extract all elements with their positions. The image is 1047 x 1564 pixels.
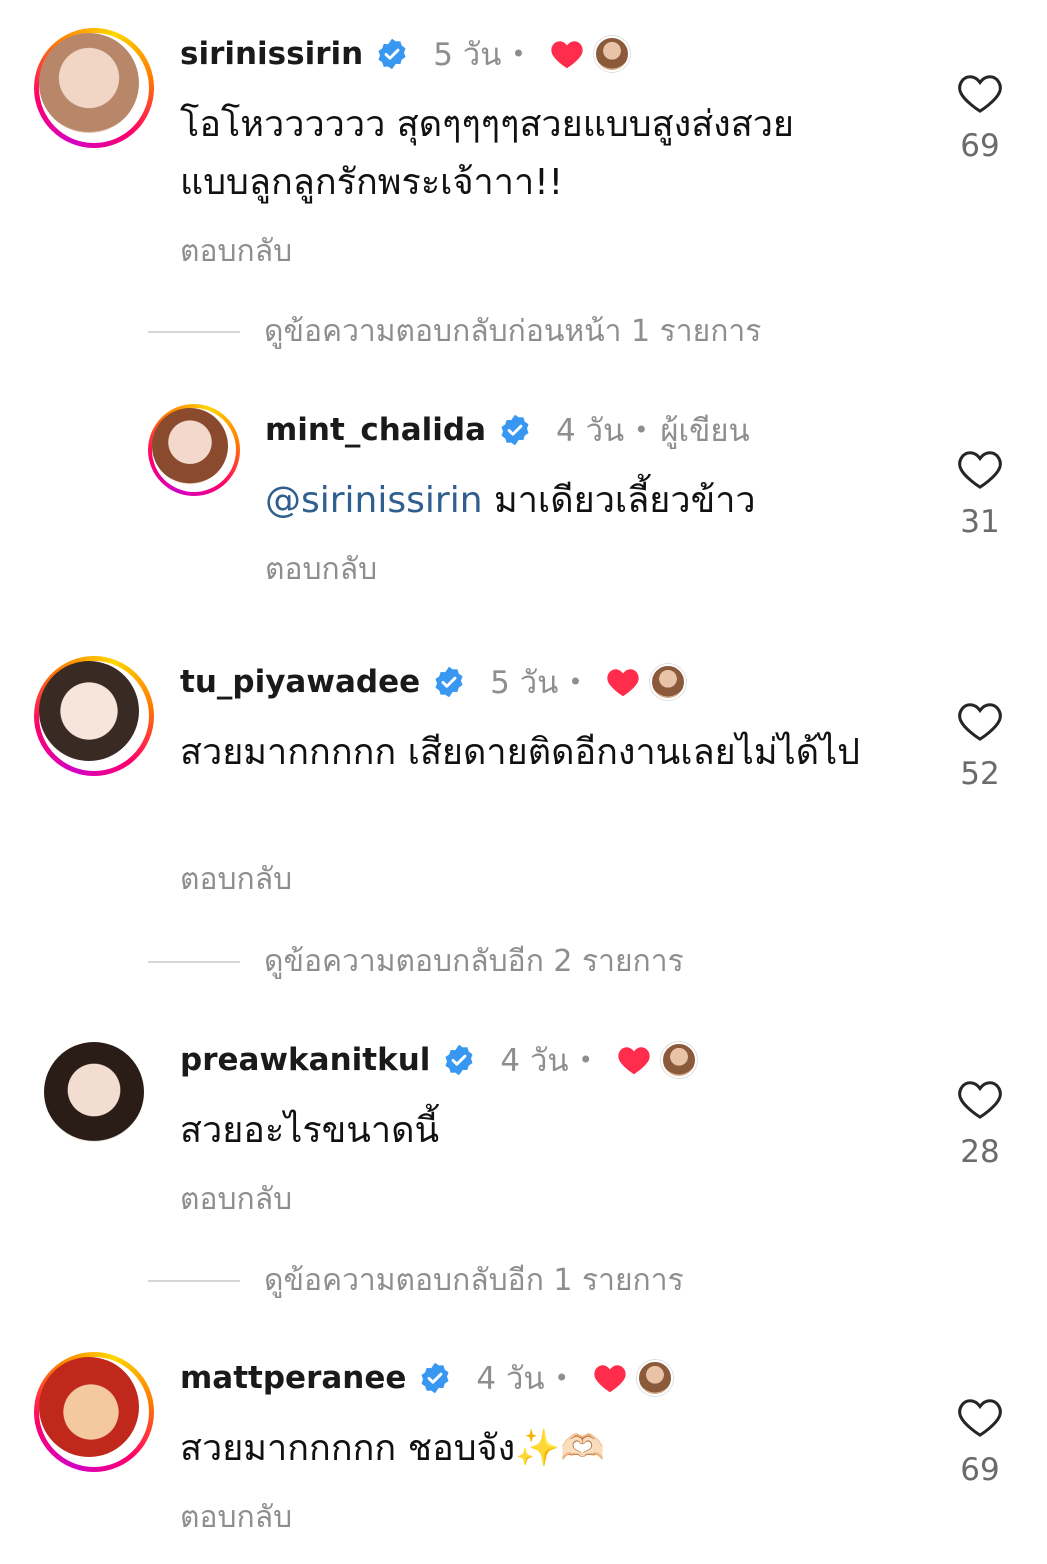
mention-link[interactable]: @sirinissirin <box>265 480 483 521</box>
like-control: 69 <box>940 1396 1020 1488</box>
author-avatar <box>650 664 687 700</box>
view-more-replies-button[interactable]: ดูข้อความตอบกลับอีก 1 รายการ <box>148 1257 684 1304</box>
separator-dot: • <box>554 1364 569 1392</box>
author-badge: ผู้เขียน <box>660 413 750 449</box>
comment-text: @sirinissirin มาเดียวเลี้ยวข้าว <box>265 472 885 530</box>
like-control: 28 <box>940 1078 1020 1170</box>
comment-text: สวยมากกกกก ชอบจัง✨🫶🏻 <box>180 1428 605 1469</box>
avatar[interactable] <box>34 1352 154 1472</box>
timestamp: 4 วัน <box>500 1043 569 1079</box>
separator-dot: • <box>511 40 526 68</box>
avatar[interactable] <box>34 656 154 776</box>
like-control: 31 <box>940 448 1020 540</box>
reply-button[interactable]: ตอบกลับ <box>180 1176 292 1223</box>
username[interactable]: sirinissirin <box>180 36 363 72</box>
heart-filled-icon <box>550 41 583 69</box>
comment-text: สวยมากกกกก เสียดายติดอีกงานเลยไม่ได้ไป <box>180 732 861 773</box>
heart-outline-icon[interactable] <box>957 700 1003 742</box>
heart-filled-icon <box>594 1365 626 1393</box>
comment-text: โอโหวววววว สุดๆๆๆๆสวยแบบสูงส่งสวยแบบลูกล… <box>180 104 795 203</box>
comment-mattperanee: mattperanee 4 วัน • สวยมากกกกก ชอบจัง✨🫶🏻… <box>0 1330 1047 1564</box>
view-replies-label: ดูข้อความตอบกลับอีก 1 รายการ <box>264 1263 684 1298</box>
view-replies-label: ดูข้อความตอบกลับก่อนหน้า 1 รายการ <box>264 314 762 349</box>
comment-sirinissirin: sirinissirin 5 วัน • โอโหวววววว สุดๆๆๆๆส… <box>0 0 1047 280</box>
like-count: 52 <box>960 756 1000 792</box>
divider-line <box>148 960 240 963</box>
timestamp: 5 วัน <box>433 37 502 73</box>
view-more-replies-button[interactable]: ดูข้อความตอบกลับอีก 2 รายการ <box>148 938 684 985</box>
avatar[interactable] <box>44 1042 144 1142</box>
reply-button[interactable]: ตอบกลับ <box>180 228 292 275</box>
separator-dot: • <box>568 668 583 696</box>
comment-tu_piyawadee: tu_piyawadee 5 วัน • สวยมากกกกก เสียดายต… <box>0 630 1047 920</box>
comment-text: สวยอะไรขนาดนี้ <box>180 1110 440 1151</box>
timestamp: 5 วัน <box>490 665 559 701</box>
heart-filled-icon <box>618 1047 650 1075</box>
verified-badge-icon <box>501 414 529 446</box>
timestamp: 4 วัน <box>556 413 625 449</box>
like-count: 69 <box>960 128 1000 164</box>
like-count: 28 <box>960 1134 1000 1170</box>
reply-button[interactable]: ตอบกลับ <box>180 1494 292 1541</box>
like-count: 69 <box>960 1452 1000 1488</box>
like-control: 69 <box>940 72 1020 164</box>
username[interactable]: mint_chalida <box>265 412 486 448</box>
verified-badge-icon <box>421 1362 449 1394</box>
author-avatar <box>660 1042 697 1078</box>
heart-outline-icon[interactable] <box>957 448 1003 490</box>
author-avatar <box>636 1360 673 1396</box>
like-count: 31 <box>960 504 1000 540</box>
view-replies-label: ดูข้อความตอบกลับอีก 2 รายการ <box>264 944 684 979</box>
separator-dot: • <box>578 1046 593 1074</box>
username[interactable]: mattperanee <box>180 1360 406 1396</box>
avatar[interactable] <box>148 404 240 496</box>
view-previous-replies-button[interactable]: ดูข้อความตอบกลับก่อนหน้า 1 รายการ <box>148 308 761 355</box>
comment-body: มาเดียวเลี้ยวข้าว <box>493 480 756 521</box>
reply-button[interactable]: ตอบกลับ <box>265 546 377 593</box>
heart-filled-icon <box>607 669 640 697</box>
heart-outline-icon[interactable] <box>957 1078 1003 1120</box>
divider-line <box>148 330 240 333</box>
username[interactable]: tu_piyawadee <box>180 664 420 700</box>
heart-outline-icon[interactable] <box>957 1396 1003 1438</box>
timestamp: 4 วัน <box>476 1361 545 1397</box>
username[interactable]: preawkanitkul <box>180 1042 430 1078</box>
author-avatar <box>593 36 630 72</box>
heart-outline-icon[interactable] <box>957 72 1003 114</box>
divider-line <box>148 1279 240 1282</box>
separator-dot: • <box>634 416 649 444</box>
reply-mint_chalida: mint_chalida 4 วัน • ผู้เขียน @sirinissi… <box>0 390 1047 610</box>
avatar[interactable] <box>34 28 154 148</box>
verified-badge-icon <box>445 1044 473 1076</box>
verified-badge-icon <box>378 38 406 70</box>
like-control: 52 <box>940 700 1020 792</box>
comment-preawkanitkul: preawkanitkul 4 วัน • สวยอะไรขนาดนี้ ตอบ… <box>0 1010 1047 1240</box>
reply-button[interactable]: ตอบกลับ <box>180 856 292 903</box>
verified-badge-icon <box>435 666 463 698</box>
